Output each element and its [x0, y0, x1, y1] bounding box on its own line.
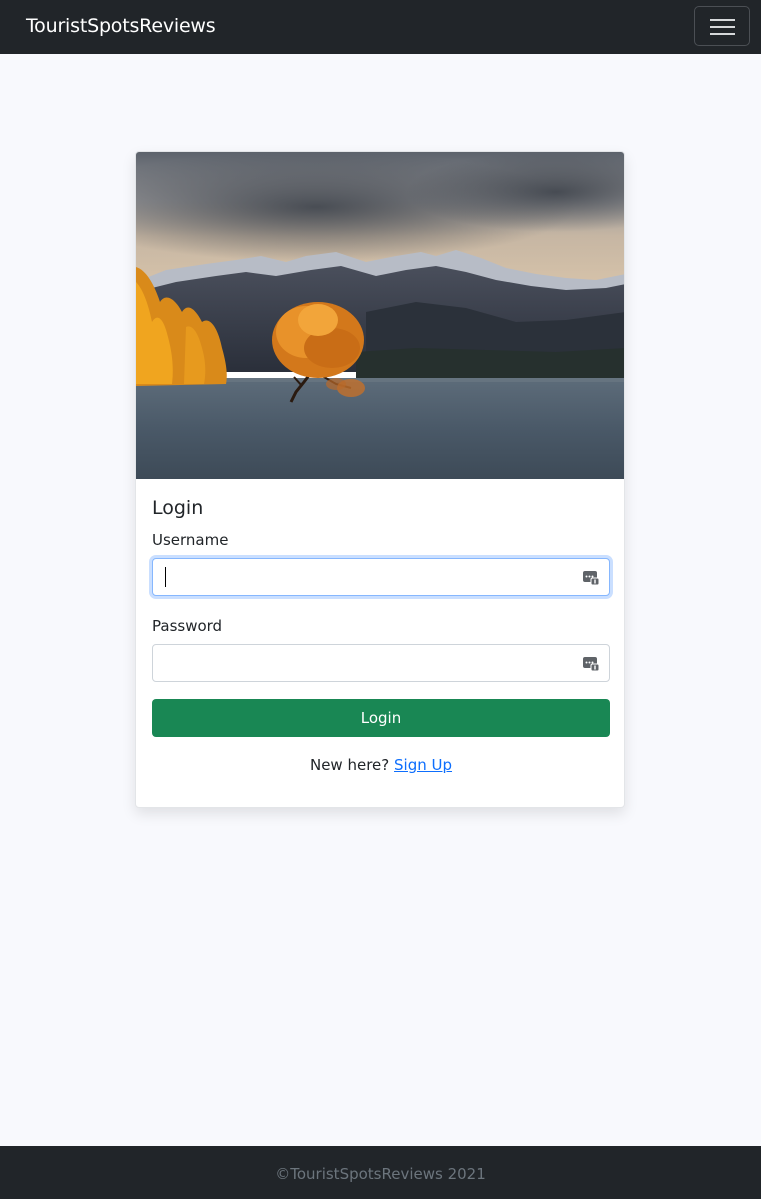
footer-copyright: ©TouristSpotsReviews 2021 — [275, 1165, 486, 1183]
username-input[interactable] — [152, 558, 610, 596]
navbar: TouristSpotsReviews — [0, 0, 761, 54]
password-manager-icon[interactable] — [582, 568, 600, 586]
password-input[interactable] — [152, 644, 610, 682]
navbar-toggle-button[interactable] — [694, 6, 750, 46]
username-label: Username — [152, 531, 229, 549]
footer: ©TouristSpotsReviews 2021 — [0, 1146, 761, 1199]
navbar-brand[interactable]: TouristSpotsReviews — [26, 15, 216, 37]
password-manager-icon[interactable] — [582, 654, 600, 672]
login-title: Login — [152, 497, 204, 519]
login-card: Login Username Password Login New here? … — [135, 151, 625, 808]
login-button[interactable]: Login — [152, 699, 610, 737]
signup-link[interactable]: Sign Up — [394, 756, 452, 774]
text-caret — [165, 567, 166, 587]
card-image — [136, 152, 624, 479]
signup-prompt: New here? — [309, 756, 390, 774]
signup-line: New here? Sign Up — [136, 756, 624, 774]
password-label: Password — [152, 617, 223, 635]
